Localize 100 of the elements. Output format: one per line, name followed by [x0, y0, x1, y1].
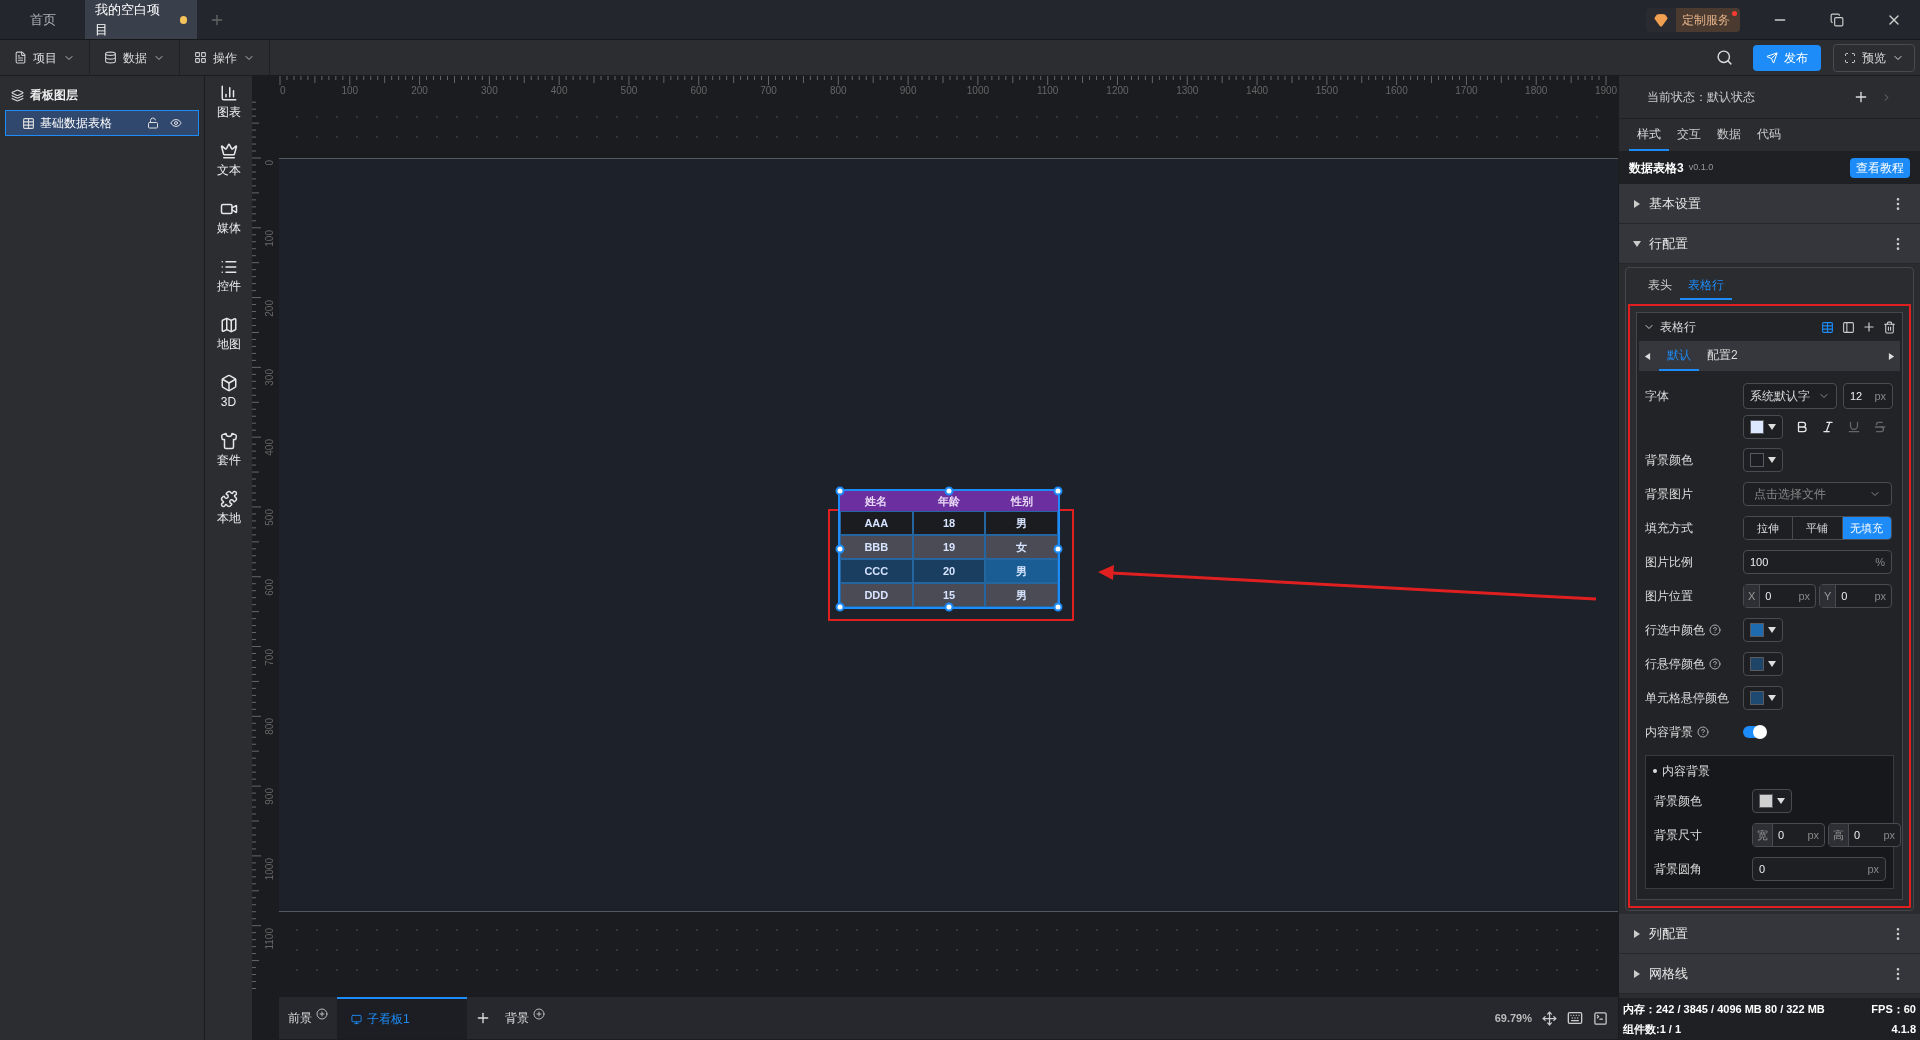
field-label: 背景颜色 [1654, 793, 1702, 810]
segment-option[interactable]: 平铺 [1792, 517, 1842, 539]
eye-icon[interactable] [170, 117, 182, 129]
tab[interactable]: 我的空白项目 [85, 0, 197, 39]
number-field[interactable]: 100 % [1743, 550, 1892, 574]
search-icon[interactable] [1716, 49, 1733, 66]
color-picker[interactable] [1743, 448, 1783, 472]
panel-icon[interactable] [1842, 320, 1855, 334]
section-header[interactable]: 基本设置 [1619, 184, 1920, 224]
add-icon[interactable] [316, 1008, 328, 1020]
add-state-icon[interactable] [1853, 89, 1869, 105]
add-icon[interactable] [533, 1008, 545, 1020]
toggle-switch[interactable] [1743, 726, 1765, 738]
table-row[interactable]: DDD 15 男 [840, 583, 1058, 607]
restore-icon[interactable] [1830, 12, 1844, 27]
inspector-tab[interactable]: 代码 [1749, 119, 1789, 151]
resize-handle[interactable] [1053, 486, 1063, 496]
resize-handle[interactable] [944, 602, 954, 612]
terminal-icon[interactable] [1593, 1010, 1608, 1026]
caret-icon[interactable] [1633, 199, 1641, 208]
font-select[interactable]: 系统默认字 [1743, 383, 1837, 409]
service-button[interactable]: 定制服务 [1646, 7, 1740, 32]
unlock-icon[interactable] [147, 117, 159, 129]
config-tab[interactable]: 配置2 [1699, 341, 1746, 371]
version-number: 4.1.8 [1891, 1021, 1916, 1037]
caret-icon[interactable] [1768, 660, 1776, 668]
field-label: 行悬停颜色 [1645, 656, 1705, 673]
section-header[interactable]: 网格线 [1619, 954, 1920, 994]
preview-button[interactable]: 预览 [1833, 43, 1915, 72]
table-icon[interactable] [1821, 320, 1834, 334]
config-tab[interactable]: 表格行 [1680, 268, 1732, 300]
tool-button[interactable]: 图表 [216, 84, 241, 121]
tool-button[interactable]: 文本 [216, 142, 241, 179]
tab[interactable]: 首页 [0, 0, 85, 39]
config-tab[interactable]: 表头 [1640, 268, 1680, 300]
tool-button[interactable]: 3D [219, 374, 238, 411]
caret-icon[interactable] [1644, 352, 1651, 360]
ruler-label: 500 [264, 508, 276, 526]
table-row[interactable]: AAA 18 男 [840, 511, 1058, 535]
config-tab[interactable]: 默认 [1659, 341, 1699, 371]
color-picker[interactable] [1752, 789, 1792, 813]
field-prefix: 宽 [1753, 824, 1773, 846]
number-field[interactable]: 0 px [1752, 857, 1886, 881]
field-label: 字体 [1645, 388, 1669, 405]
layers-icon [11, 88, 24, 102]
color-picker[interactable] [1743, 415, 1783, 439]
color-picker[interactable] [1743, 652, 1783, 676]
resize-handle[interactable] [835, 486, 845, 496]
caret-icon[interactable] [1633, 239, 1641, 248]
fit-screen-icon[interactable] [1542, 1010, 1557, 1026]
tool-button[interactable]: 控件 [216, 258, 241, 295]
number-field[interactable]: X 0 px [1743, 584, 1816, 608]
caret-icon[interactable] [1768, 456, 1776, 464]
tool-button[interactable]: 本地 [216, 490, 241, 527]
caret-icon[interactable] [1777, 797, 1785, 805]
caret-icon[interactable] [1768, 694, 1776, 702]
keyboard-icon[interactable] [1567, 1010, 1583, 1026]
delete-icon[interactable] [1883, 320, 1896, 334]
tool-button[interactable]: 地图 [216, 316, 241, 353]
color-picker[interactable] [1743, 618, 1783, 642]
caret-icon[interactable] [1888, 352, 1895, 360]
tool-button[interactable]: 媒体 [216, 200, 241, 237]
menu-button[interactable]: 操作 [180, 40, 270, 75]
tool-button[interactable]: 套件 [216, 432, 241, 469]
layer-item[interactable]: 基础数据表格 [5, 110, 199, 136]
resize-handle[interactable] [1053, 602, 1063, 612]
fps-status: FPS：60 [1871, 1002, 1916, 1017]
caret-icon[interactable] [1633, 969, 1641, 978]
ruler-label: 1100 [1036, 85, 1059, 97]
section-header[interactable]: 行配置 [1619, 224, 1920, 264]
resize-handle[interactable] [835, 602, 845, 612]
table-cell: CCC [840, 559, 913, 583]
table-row[interactable]: CCC 20 男 [840, 559, 1058, 583]
segment-option[interactable]: 拉伸 [1744, 517, 1793, 539]
resize-handle[interactable] [944, 486, 954, 496]
bold-icon[interactable] [1795, 420, 1809, 434]
add-icon[interactable] [1862, 320, 1876, 334]
number-field[interactable]: Y 0 px [1819, 584, 1892, 608]
ruler-label: 900 [264, 788, 276, 805]
section-header[interactable]: 列配置 [1619, 914, 1920, 954]
caret-icon[interactable] [1768, 423, 1776, 431]
caret-icon[interactable] [1633, 929, 1641, 938]
font-size-field[interactable]: 12 px [1843, 383, 1893, 409]
menu-button[interactable]: 数据 [90, 40, 180, 75]
number-field[interactable]: 高 0 px [1828, 823, 1901, 847]
add-board-icon[interactable] [475, 1010, 491, 1026]
number-field[interactable]: 宽 0 px [1752, 823, 1825, 847]
inspector-tab[interactable]: 交互 [1669, 119, 1709, 151]
color-picker[interactable] [1743, 686, 1783, 710]
menu-button[interactable]: 项目 [0, 40, 90, 75]
caret-icon[interactable] [1768, 626, 1776, 634]
table-row[interactable]: BBB 19 女 [840, 535, 1058, 559]
field-label: 行选中颜色 [1645, 622, 1705, 639]
resize-handle[interactable] [835, 544, 845, 554]
ruler-label: 700 [760, 85, 777, 97]
board-tab[interactable]: 子看板1 [337, 997, 467, 1039]
resize-handle[interactable] [1053, 544, 1063, 554]
italic-icon[interactable] [1821, 420, 1835, 434]
inspector-tab[interactable]: 数据 [1709, 119, 1749, 151]
file-select[interactable]: 点击选择文件 [1743, 482, 1892, 506]
